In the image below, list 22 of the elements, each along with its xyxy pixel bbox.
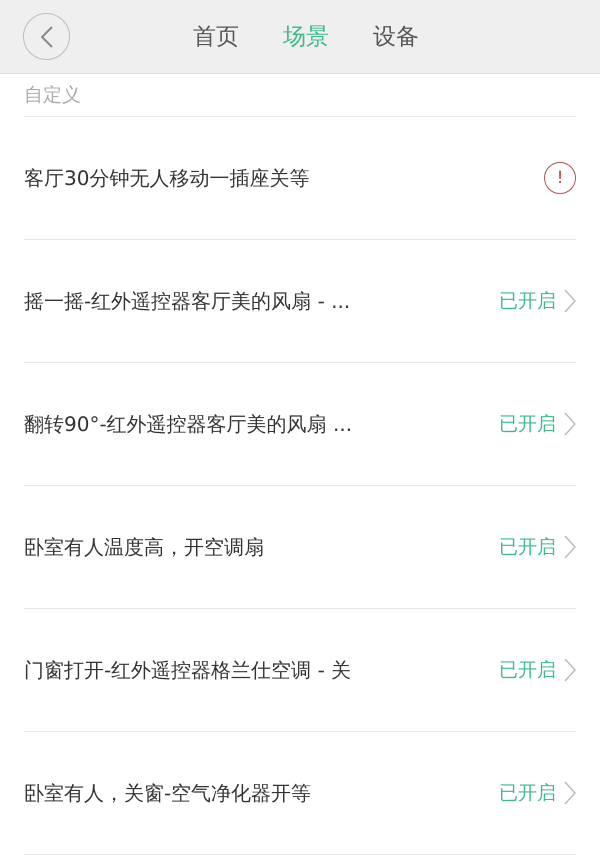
nav-tab[interactable]: 首页 (193, 21, 239, 52)
scene-status: 已开启 (499, 535, 556, 560)
scene-name[interactable]: 客厅30分钟无人移动一插座关等 (24, 164, 310, 192)
section-title: 自定义 (24, 83, 81, 108)
scene-name[interactable]: 门窗打开-红外遥控器格兰仕空调 - 关 (24, 656, 352, 684)
chevron-right-icon (564, 289, 576, 313)
scene-name[interactable]: 摇一摇-红外遥控器客厅美的风扇 - ... (24, 288, 350, 314)
chevron-right-icon (564, 535, 576, 559)
warning-icon[interactable]: ! (544, 162, 576, 194)
chevron-right-icon (564, 412, 576, 436)
scene-name[interactable]: 卧室有人温度高，开空调扇 (24, 534, 264, 560)
back-button[interactable] (23, 13, 70, 60)
back-icon (40, 26, 52, 48)
nav-tab[interactable]: 设备 (373, 21, 419, 52)
scene-name[interactable]: 翻转90°-红外遥控器客厅美的风扇 ... (24, 410, 352, 438)
chevron-right-icon (564, 658, 576, 682)
scene-status: 已开启 (499, 289, 556, 314)
scene-status: 已开启 (499, 781, 556, 806)
scene-status: 已开启 (499, 412, 556, 437)
scene-name[interactable]: 卧室有人，关窗-空气净化器开等 (24, 780, 312, 806)
scene-status: 已开启 (499, 658, 556, 683)
chevron-right-icon (564, 781, 576, 805)
